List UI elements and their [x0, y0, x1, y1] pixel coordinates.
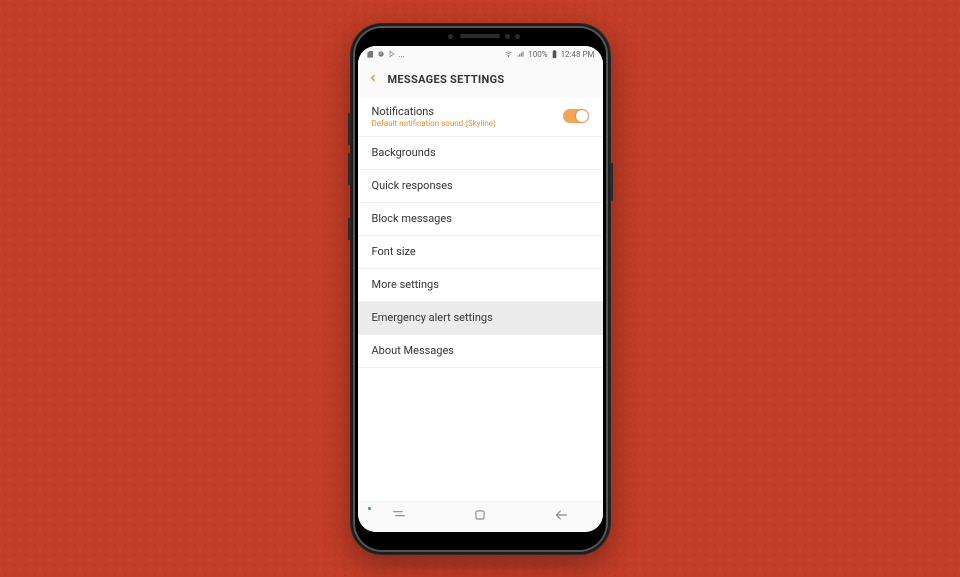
phone-sensor: [505, 34, 510, 39]
app-header: MESSAGES SETTINGS: [358, 63, 603, 97]
phone-sensor: [448, 34, 453, 39]
row-subtitle: Default notification sound (Skyline): [372, 119, 496, 128]
sim-icon: [366, 50, 374, 58]
clock: 12:48 PM: [561, 50, 595, 59]
settings-row-notifications[interactable]: Notifications Default notification sound…: [358, 97, 603, 137]
settings-list: Notifications Default notification sound…: [358, 97, 603, 501]
signal-icon: [516, 50, 525, 58]
row-title: Quick responses: [372, 179, 453, 192]
notifications-toggle[interactable]: [563, 109, 589, 123]
phone-screen: ... 100% 12:48 PM: [358, 46, 603, 532]
phone-camera: [515, 34, 520, 39]
bixby-button: [348, 218, 351, 240]
back-arrow-icon: [553, 507, 569, 523]
settings-row[interactable]: More settings: [358, 269, 603, 302]
row-title: Notifications: [372, 105, 496, 118]
page-title: MESSAGES SETTINGS: [388, 73, 505, 86]
phone-speaker: [460, 34, 500, 38]
wifi-icon: [504, 50, 513, 58]
home-icon: [473, 508, 487, 522]
phone-frame: ... 100% 12:48 PM: [350, 23, 611, 555]
recents-icon: [391, 507, 407, 523]
volume-down-button: [348, 153, 351, 185]
settings-row[interactable]: Emergency alert settings: [358, 302, 603, 335]
status-bar: ... 100% 12:48 PM: [358, 46, 603, 63]
page-background: ... 100% 12:48 PM: [0, 0, 960, 577]
play-icon: [388, 50, 396, 58]
battery-icon: [551, 50, 558, 59]
back-button[interactable]: [368, 70, 378, 89]
volume-up-button: [348, 113, 351, 145]
toggle-knob: [576, 110, 588, 122]
row-title: Font size: [372, 245, 416, 258]
row-title: Block messages: [372, 212, 452, 225]
chevron-left-icon: [368, 71, 378, 85]
row-title: Backgrounds: [372, 146, 436, 159]
settings-row[interactable]: Font size: [358, 236, 603, 269]
status-more-indicator: ...: [399, 50, 405, 59]
settings-row[interactable]: Block messages: [358, 203, 603, 236]
battery-percent: 100%: [528, 50, 547, 59]
row-title: Emergency alert settings: [372, 311, 493, 324]
row-title: More settings: [372, 278, 439, 291]
navigation-bar: [358, 501, 603, 532]
recents-button[interactable]: [391, 507, 407, 527]
alarm-icon: [377, 50, 385, 58]
back-nav-button[interactable]: [553, 507, 569, 527]
settings-row[interactable]: About Messages: [358, 335, 603, 368]
settings-row[interactable]: Quick responses: [358, 170, 603, 203]
home-button[interactable]: [473, 507, 487, 526]
settings-row[interactable]: Backgrounds: [358, 137, 603, 170]
power-button: [610, 163, 613, 201]
row-title: About Messages: [372, 344, 454, 357]
nav-indicator-dot: [368, 507, 371, 510]
